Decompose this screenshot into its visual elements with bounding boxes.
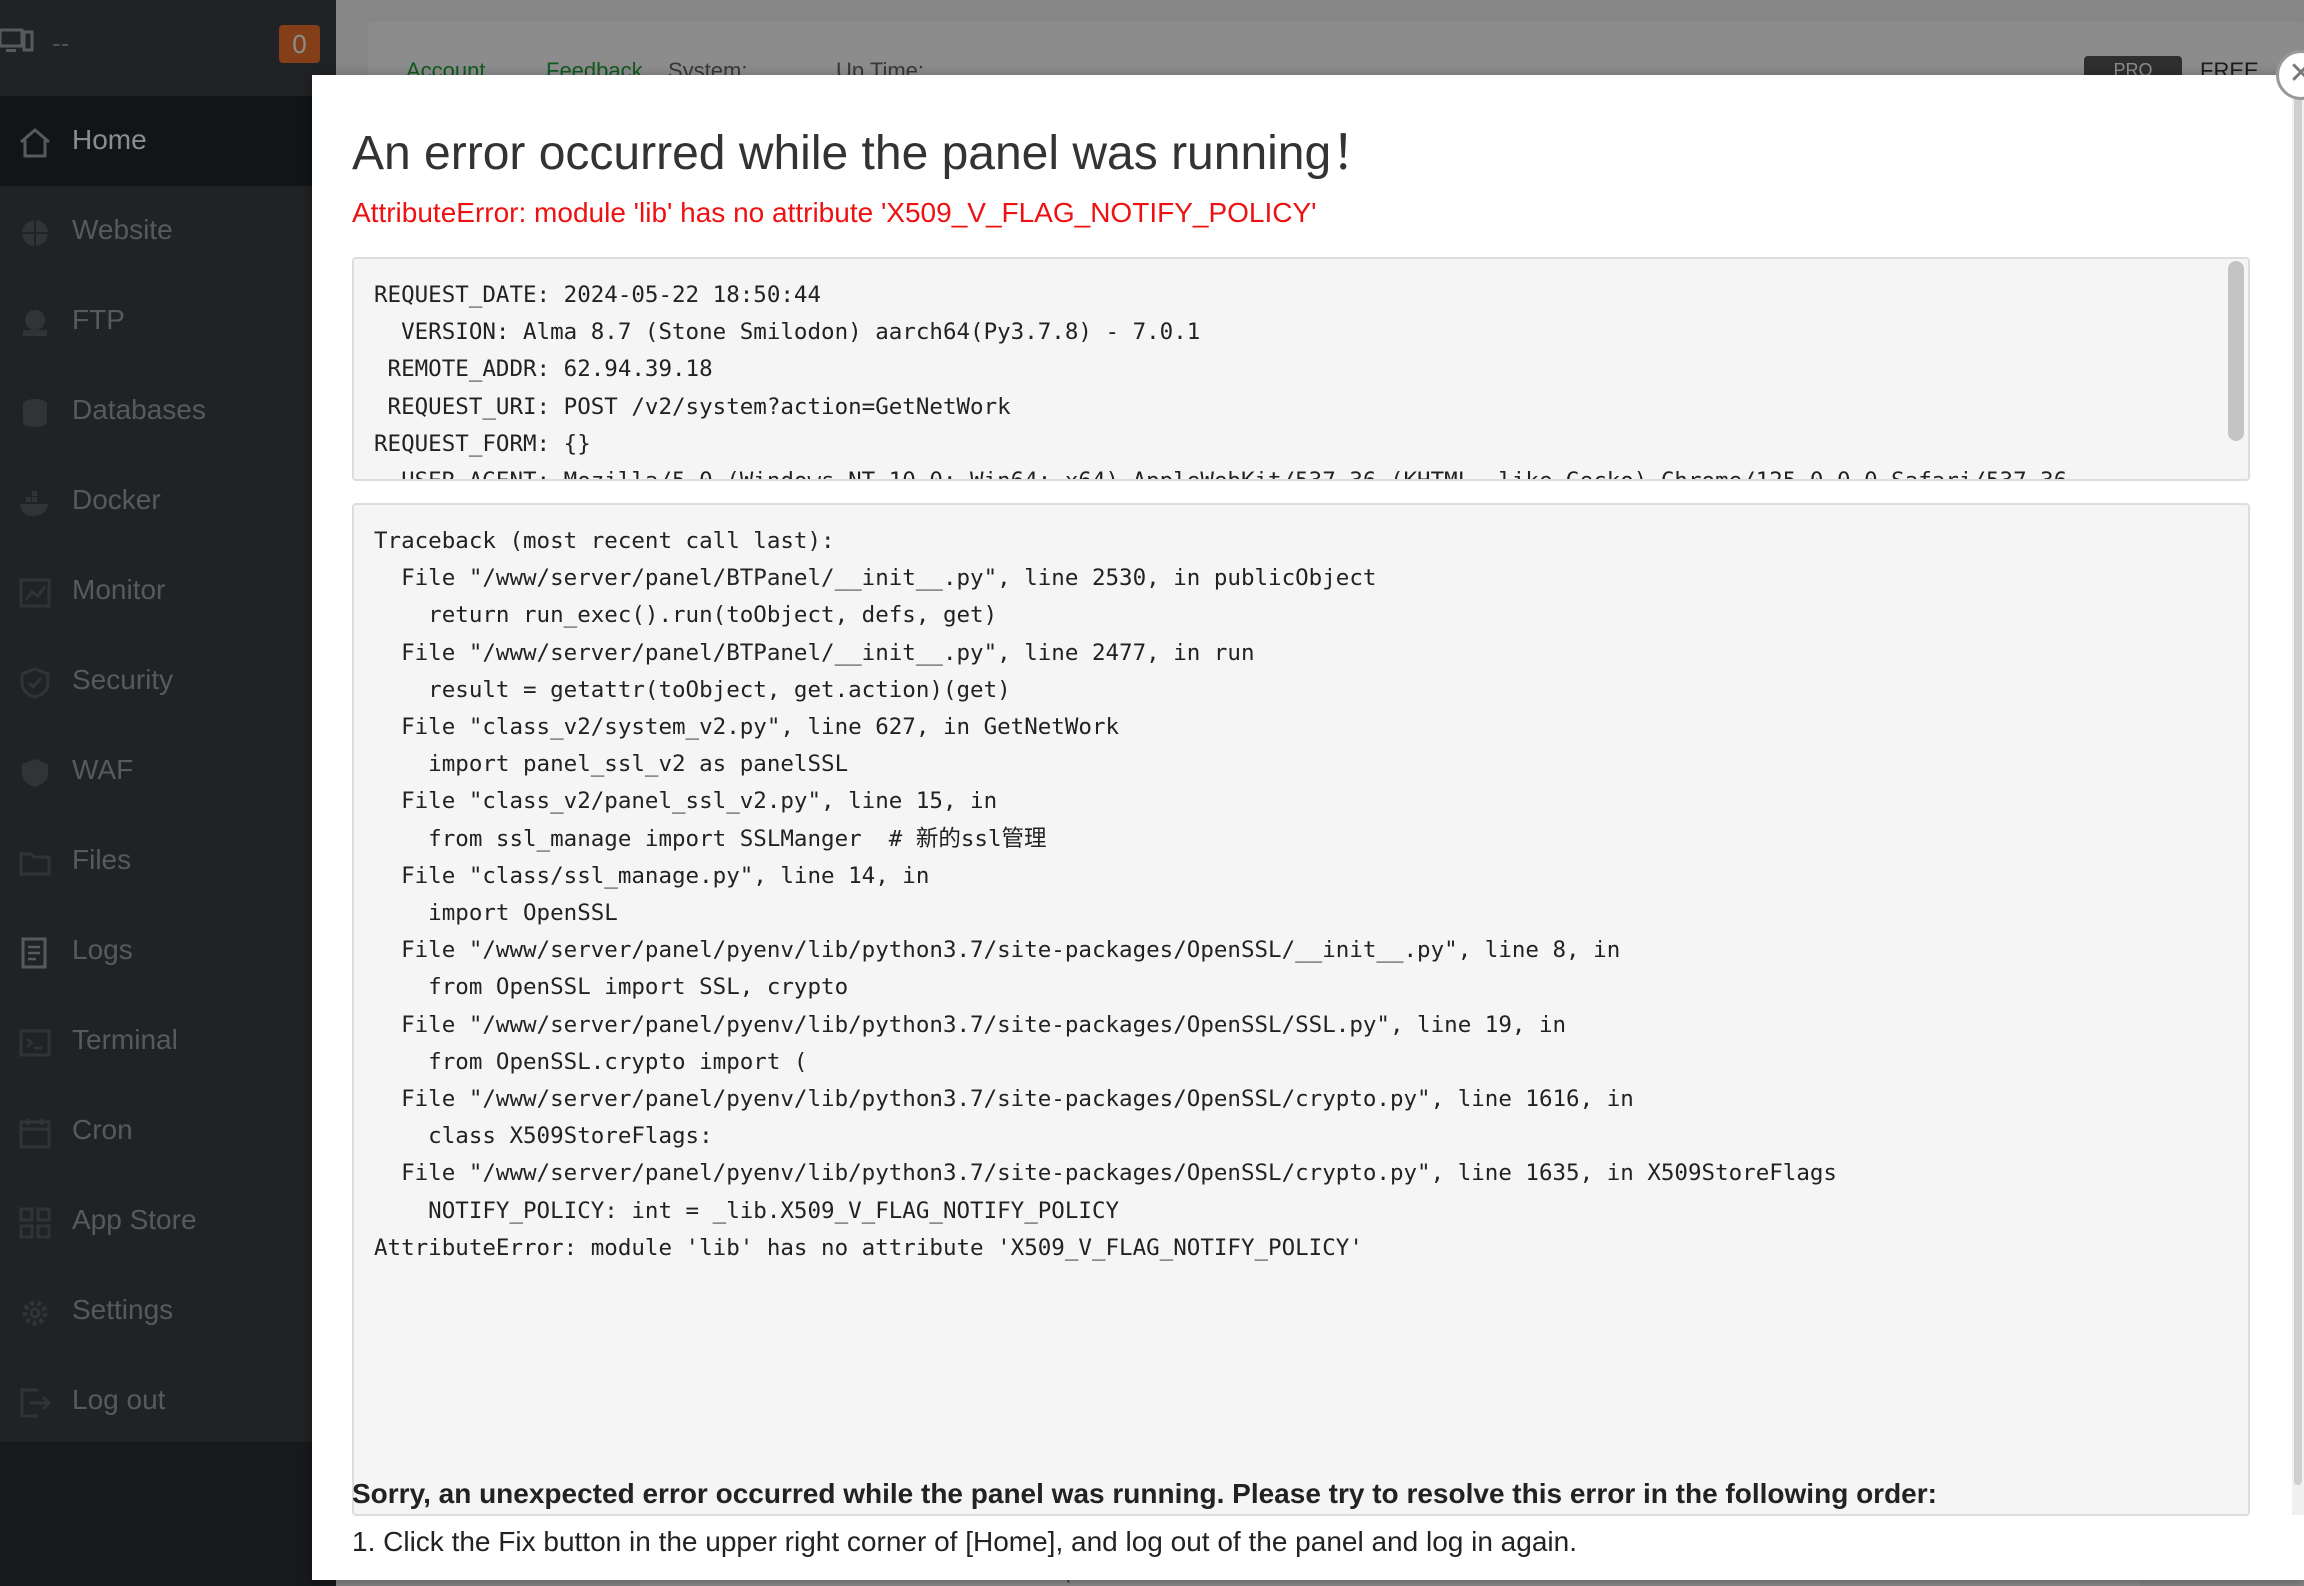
request-info-text: REQUEST_DATE: 2024-05-22 18:50:44 VERSIO… — [374, 282, 2067, 479]
traceback-text: Traceback (most recent call last): File … — [374, 528, 1837, 1261]
close-icon: ✕ — [2288, 57, 2304, 90]
dialog-scroll-thumb[interactable] — [2294, 85, 2302, 1485]
resolution-step-1: 1. Click the Fix button in the upper rig… — [352, 1526, 1577, 1557]
request-info-scrollbar[interactable] — [2226, 261, 2246, 479]
error-message: AttributeError: module 'lib' has no attr… — [352, 197, 1317, 228]
traceback-box[interactable]: Traceback (most recent call last): File … — [352, 503, 2250, 1516]
request-info-box[interactable]: REQUEST_DATE: 2024-05-22 18:50:44 VERSIO… — [352, 257, 2250, 481]
dialog-scrollbar[interactable] — [2292, 75, 2304, 1515]
scrollbar-thumb[interactable] — [2228, 261, 2244, 441]
dialog-title: An error occurred while the panel was ru… — [352, 127, 1380, 180]
resolution-intro: Sorry, an unexpected error occurred whil… — [352, 1478, 1937, 1509]
error-dialog: An error occurred while the panel was ru… — [312, 75, 2304, 1580]
